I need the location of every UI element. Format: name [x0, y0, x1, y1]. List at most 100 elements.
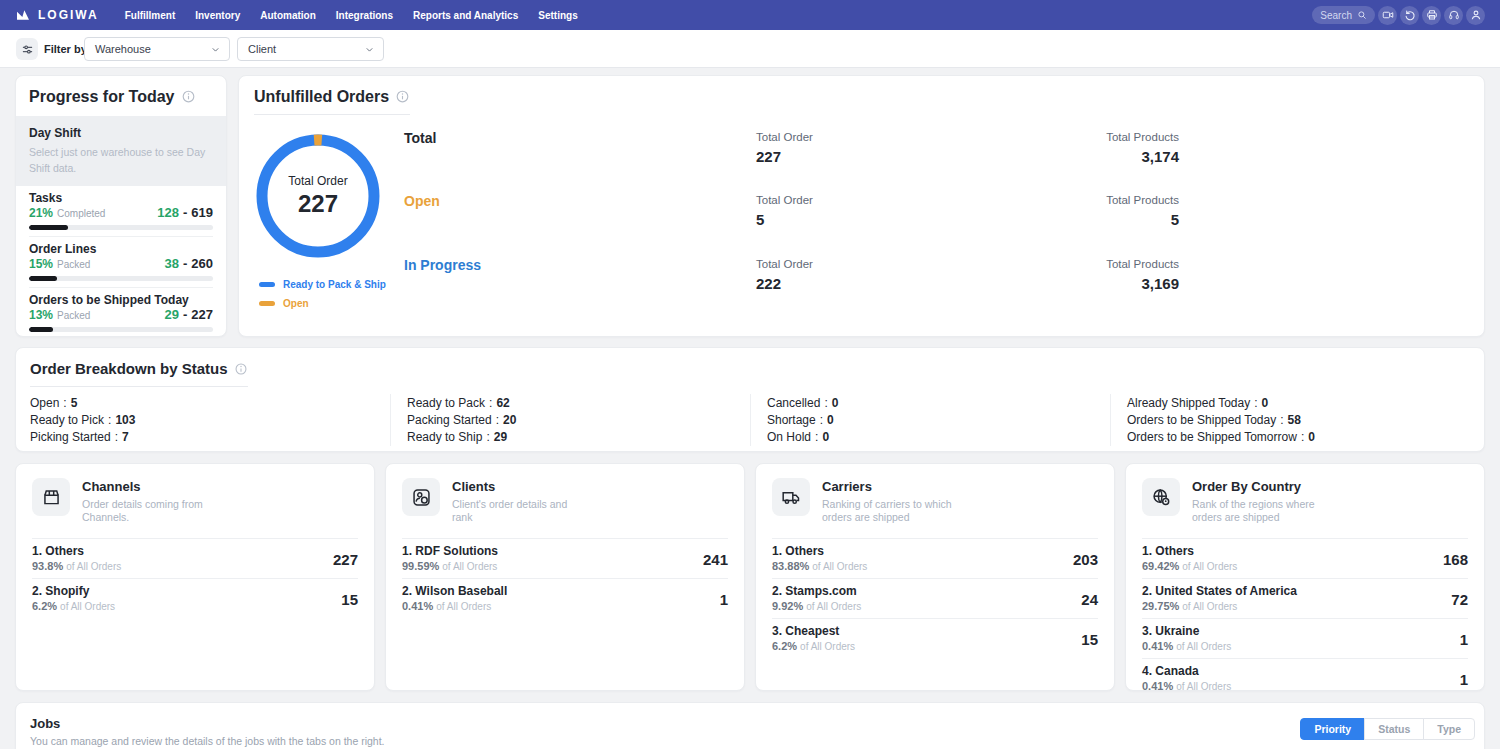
total-order-value: 227 [756, 148, 956, 165]
rank-item-info: 3. Ukraine 0.41%of All Orders [1142, 625, 1231, 653]
nav-item[interactable]: Settings [538, 10, 577, 21]
metric-progress-fill [29, 327, 53, 332]
nav-item[interactable]: Inventory [195, 10, 240, 21]
filter-by-label: Filter by [44, 43, 87, 55]
rank-item-info: 1. Others 83.88%of All Orders [772, 545, 867, 573]
metric-total: 260 [191, 258, 213, 270]
donut-center-value: 227 [298, 190, 338, 218]
filter-toggle-button[interactable] [16, 38, 38, 60]
jobs-tab-priority[interactable]: Priority [1300, 718, 1365, 740]
status-value: 58 [1288, 413, 1301, 427]
progress-metric-order-lines: Order Lines 15% Packed 38-260 [29, 243, 213, 281]
rank-item-percent: 6.2% [32, 600, 57, 612]
jobs-subtitle: You can manage and review the details of… [30, 735, 1470, 747]
total-order-label: Total Order [756, 194, 956, 207]
total-order-label: Total Order [756, 131, 956, 144]
status-label: Packing Started [407, 413, 492, 427]
total-products-value: 3,169 [1059, 275, 1179, 292]
rank-list-item: 2. Shopify 6.2%of All Orders 15 [32, 579, 358, 618]
rank-item-name: 2. Shopify [32, 585, 115, 598]
nav-item[interactable]: Fulfillment [125, 10, 176, 21]
nav-item[interactable]: Automation [260, 10, 316, 21]
info-icon[interactable] [395, 89, 410, 104]
metric-progress-fill [29, 276, 57, 281]
rank-item-caption: of All Orders [812, 561, 867, 572]
metric-percent-caption: Packed [57, 310, 90, 322]
total-order-col: Total Order 222 [756, 258, 956, 292]
video-camera-icon [1382, 9, 1394, 21]
rank-item-name: 3. Ukraine [1142, 625, 1231, 638]
breakdown-column-1: Open:5Ready to Pick:103Picking Started:7 [30, 394, 390, 446]
card-title: Carriers [822, 478, 954, 494]
rank-item-value: 15 [1081, 631, 1098, 648]
video-camera-button[interactable] [1378, 6, 1397, 25]
icon-box [32, 478, 70, 516]
rank-item-share: 9.92%of All Orders [772, 600, 861, 613]
status-value: 103 [115, 413, 135, 427]
search-icon [1357, 10, 1367, 20]
divider [29, 287, 213, 288]
row-status-label: In Progress [404, 258, 756, 292]
printer-button[interactable] [1422, 6, 1441, 25]
separator: : [815, 430, 818, 444]
sliders-icon [21, 43, 34, 56]
rank-item-share: 6.2%of All Orders [772, 640, 855, 653]
client-select[interactable]: Client [237, 37, 384, 61]
progress-title-row: Progress for Today [29, 88, 196, 105]
rank-item-percent: 6.2% [772, 640, 797, 652]
warehouse-select-value: Warehouse [95, 43, 151, 55]
search-label: Search [1320, 10, 1352, 21]
client-badge-icon [411, 487, 432, 508]
jobs-tab-type[interactable]: Type [1423, 718, 1475, 740]
metric-percent: 15% [29, 258, 53, 270]
metric-name: Tasks [29, 192, 213, 204]
unfulfilled-title-row: Unfulfilled Orders [254, 88, 410, 115]
info-icon[interactable] [234, 362, 248, 376]
nav-item[interactable]: Integrations [336, 10, 393, 21]
unfulfilled-orders-card: Unfulfilled Orders Total Order 227 Ready… [238, 75, 1485, 337]
rank-list-item: 2. Stamps.com 9.92%of All Orders 24 [772, 579, 1098, 619]
metric-progress-bar [29, 225, 213, 230]
truck-icon [781, 487, 802, 508]
status-label: Open [30, 396, 59, 410]
rank-item-info: 1. Others 93.8%of All Orders [32, 545, 121, 573]
day-shift-message: Select just one warehouse to see Day Shi… [29, 145, 213, 177]
separator: : [1254, 396, 1257, 410]
card-subtitle: Ranking of carriers to which orders are … [822, 498, 954, 524]
status-stat: Orders to be Shipped Today:58 [1127, 412, 1470, 429]
breakdown-column-3: Cancelled:0Shortage:0On Hold:0 [750, 394, 1110, 446]
rank-item-caption: of All Orders [1176, 641, 1231, 652]
status-label: Shortage [767, 413, 816, 427]
card-header-text: Channels Order details coming from Chann… [82, 478, 214, 524]
rank-item-caption: of All Orders [442, 561, 497, 572]
status-value: 20 [503, 413, 516, 427]
metric-dash: - [183, 309, 187, 321]
user-button[interactable] [1466, 6, 1485, 25]
logiwa-logo[interactable]: LOGIWA [15, 7, 99, 23]
card-header: Channels Order details coming from Chann… [32, 478, 358, 524]
legend-swatch-blue [259, 282, 275, 287]
support-button[interactable] [1444, 6, 1463, 25]
rank-item-share: 29.75%of All Orders [1142, 600, 1297, 613]
nav-item[interactable]: Reports and Analytics [413, 10, 518, 21]
jobs-tab-status[interactable]: Status [1364, 718, 1424, 740]
rank-item-name: 1. Others [772, 545, 867, 558]
icon-box [402, 478, 440, 516]
warehouse-select[interactable]: Warehouse [84, 37, 230, 61]
rank-item-caption: of All Orders [1182, 601, 1237, 612]
rank-list-item: 1. Others 93.8%of All Orders 227 [32, 539, 358, 579]
rank-list-item: 2. Wilson Baseball 0.41%of All Orders 1 [402, 579, 728, 618]
history-button[interactable] [1400, 6, 1419, 25]
channels-card: Channels Order details coming from Chann… [15, 463, 375, 691]
metric-dash: - [183, 258, 187, 270]
search-button[interactable]: Search [1312, 6, 1375, 24]
separator: : [63, 396, 66, 410]
status-stat: Picking Started:7 [30, 429, 390, 446]
legend-label: Ready to Pack & Ship [283, 279, 386, 290]
rank-item-percent: 29.75% [1142, 600, 1179, 612]
status-value: 5 [71, 396, 78, 410]
rank-list-item: 3. Ukraine 0.41%of All Orders 1 [1142, 619, 1468, 659]
icon-box [772, 478, 810, 516]
rank-item-share: 93.8%of All Orders [32, 560, 121, 573]
info-icon[interactable] [181, 89, 196, 104]
